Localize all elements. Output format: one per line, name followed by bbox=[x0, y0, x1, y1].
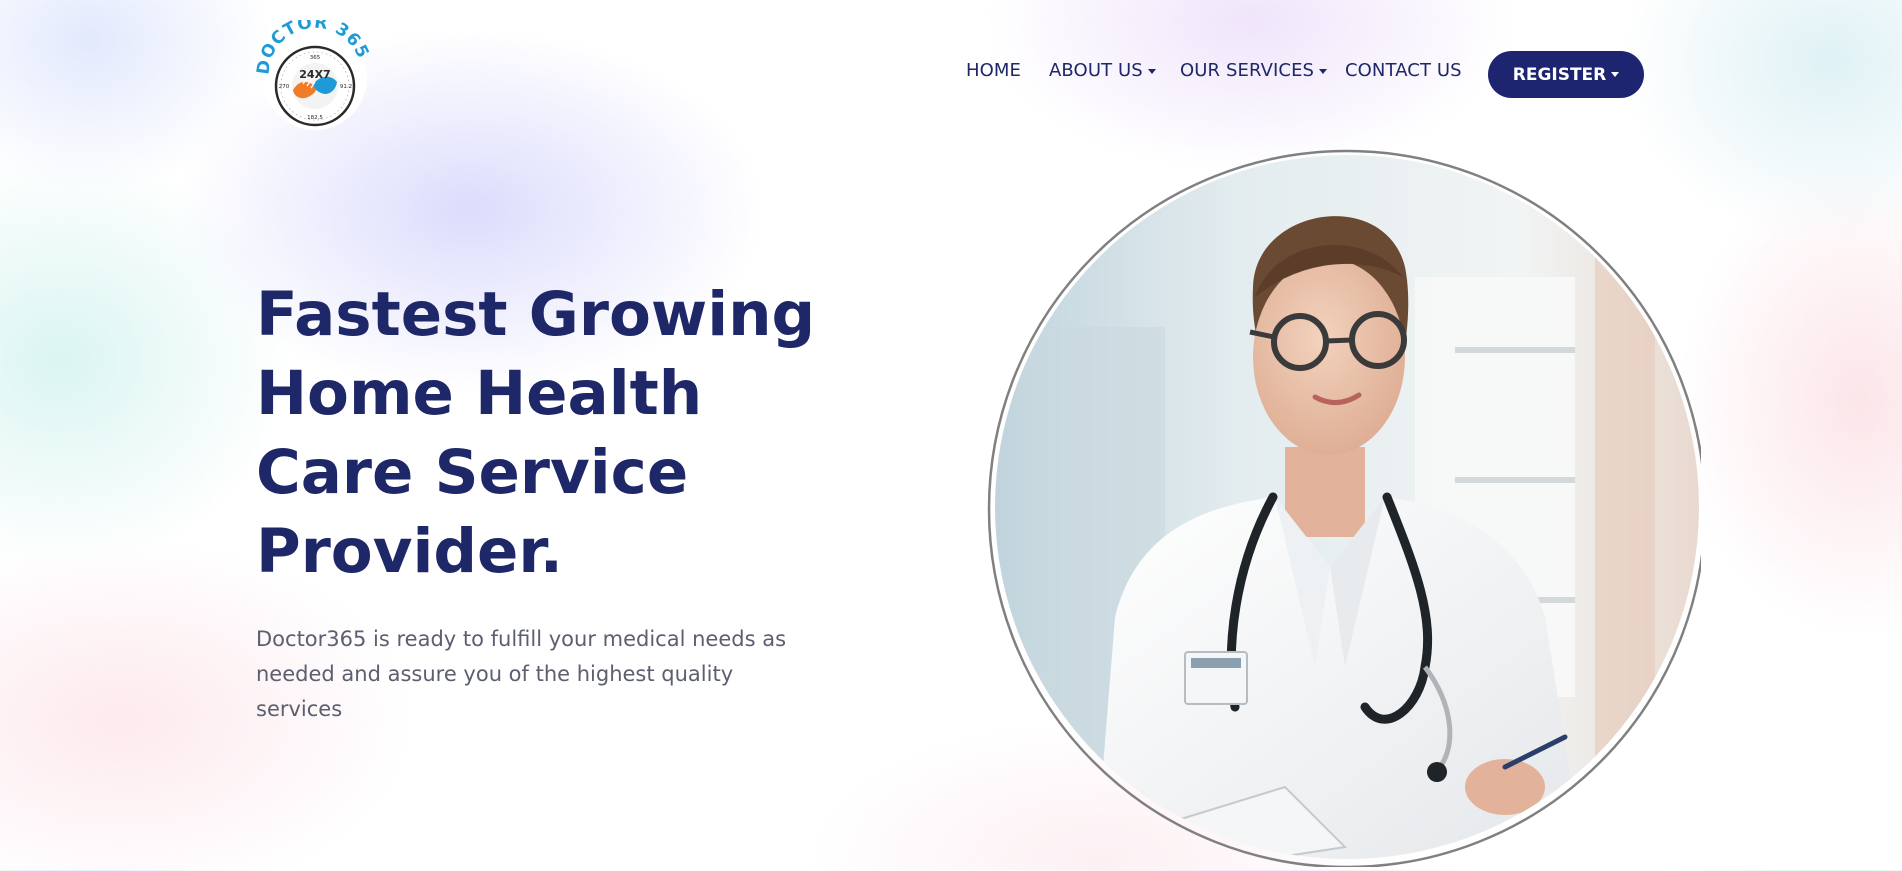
nav-about-us-label: ABOUT US bbox=[1049, 60, 1143, 81]
nav-our-services[interactable]: OUR SERVICES bbox=[1180, 58, 1328, 84]
hero-headline-line-1: Fastest Growing bbox=[256, 279, 816, 350]
nav-contact-us-label: CONTACT US bbox=[1345, 60, 1462, 81]
hero-headline-line-3: Care Service bbox=[256, 437, 689, 508]
nav-contact-us[interactable]: CONTACT US bbox=[1345, 58, 1462, 84]
hero-headline-line-4: Provider. bbox=[256, 516, 563, 587]
hero-headline-line-2: Home Health bbox=[256, 358, 703, 429]
register-button[interactable]: REGISTER bbox=[1488, 51, 1644, 98]
hero-doctor-image bbox=[985, 147, 1707, 869]
caret-down-icon bbox=[1319, 68, 1328, 74]
caret-down-icon bbox=[1147, 68, 1156, 74]
nav-home-label: HOME bbox=[966, 60, 1022, 81]
hero-headline: Fastest Growing Home Health Care Service… bbox=[256, 275, 856, 591]
doctor-portrait-illustration bbox=[987, 149, 1707, 869]
nav-home[interactable]: HOME bbox=[966, 58, 1021, 84]
register-button-label: REGISTER bbox=[1512, 64, 1607, 85]
nav-about-us[interactable]: ABOUT US bbox=[1049, 58, 1156, 84]
hero-description: Doctor365 is ready to fulfill your medic… bbox=[256, 627, 787, 721]
nav-our-services-label: OUR SERVICES bbox=[1180, 60, 1315, 81]
svg-text:182.5: 182.5 bbox=[307, 115, 323, 121]
caret-down-icon bbox=[1611, 72, 1620, 77]
